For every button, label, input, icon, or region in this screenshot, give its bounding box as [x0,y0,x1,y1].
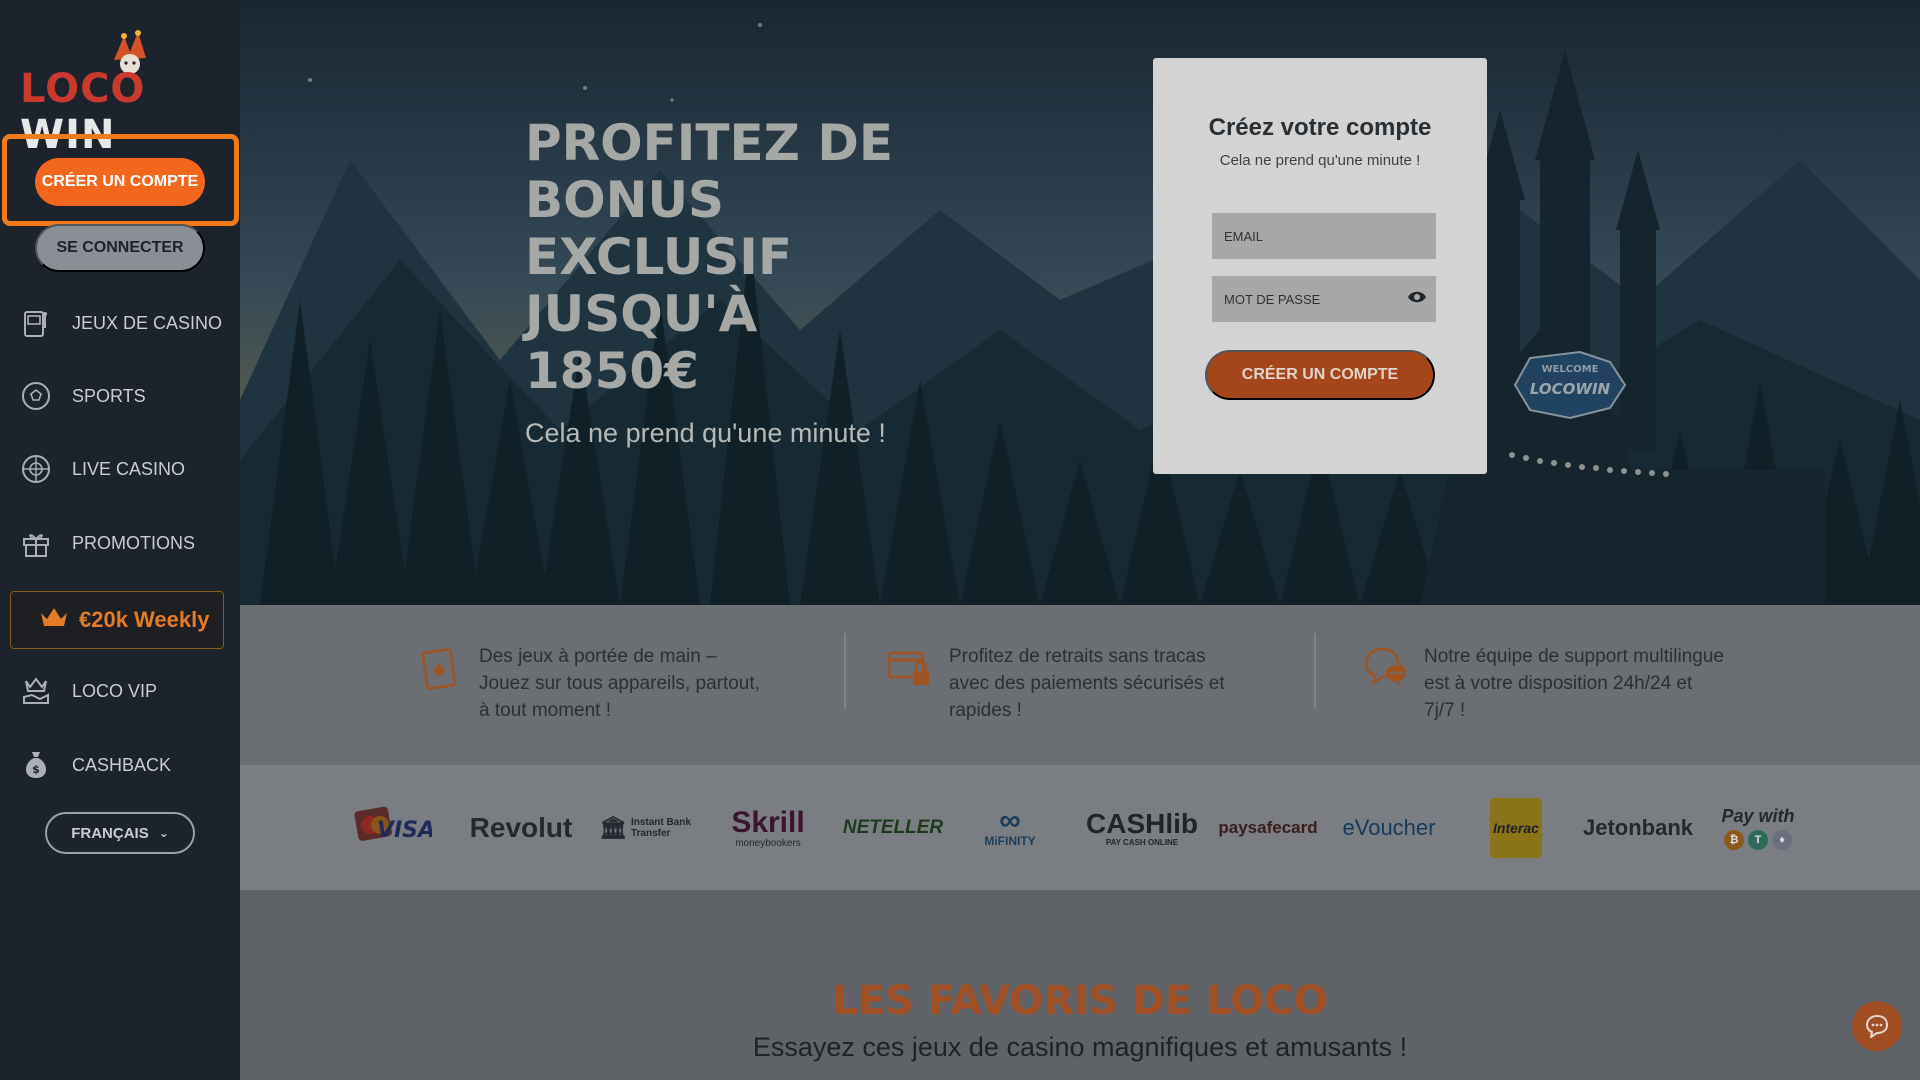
form-subtitle: Cela ne prend qu'une minute ! [1219,152,1421,169]
feature-item: Notre équipe de support multilingue est … [1360,643,1724,724]
vip-crown-hand-icon [18,673,54,709]
favorites-subtitle: Essayez ces jeux de casino magnifiques e… [752,1032,1408,1062]
gift-icon [18,525,54,561]
email-field[interactable] [1212,213,1436,259]
form-title: Créez votre compte [1208,114,1432,141]
svg-text:$: $ [32,763,40,776]
sidebar-item-promotions[interactable]: PROMOTIONS [0,515,240,571]
sidebar-item-cashback[interactable]: $ CASHBACK [0,737,240,793]
payment-logo-crypto: Pay with ₿ T ♦ [1718,803,1798,853]
feature-text: Notre équipe de support multilingue est … [1424,646,1724,721]
visa-label: VISA [377,818,432,843]
sidebar: LOCOWIN CRÉER UN COMPTE SE CONNECTER JEU… [0,0,240,1080]
sidebar-item-label: PROMOTIONS [72,532,196,553]
payment-logo-instant-bank-transfer: 🏛 Instant Bank Transfer [599,815,691,840]
sidebar-item-sports[interactable]: SPORTS [0,368,240,424]
feature-text: Profitez de retraits sans tracas avec de… [949,646,1225,721]
crown-icon [39,605,69,635]
divider [1314,633,1316,709]
weekly-prize-label: €20k Weekly [79,607,210,632]
payment-logo-mifinity: ∞ MiFINITY [984,804,1036,849]
sidebar-item-casino-games[interactable]: JEUX DE CASINO [0,295,240,351]
payment-logo-revolut: Revolut [469,812,573,843]
payment-logo-cashlib: CASHlib PAY CASH ONLINE [1086,807,1198,847]
payment-logo-jetonbank: Jetonbank [1582,815,1694,840]
password-field[interactable] [1212,276,1436,322]
soccer-ball-icon [18,378,54,414]
live-chat-button[interactable] [1852,1001,1902,1051]
sidebar-item-loco-vip[interactable]: LOCO VIP [0,663,240,719]
language-selector[interactable]: FRANÇAIS ⌄ [45,812,195,854]
crypto-coins-icon: ₿ T ♦ [1724,830,1792,850]
hero-banner: WELCOME LOCOWIN PROFITEZ DE BONUS EXCLUS… [240,0,1920,605]
chat-bubble-icon [1865,1014,1889,1038]
feature-item: Des jeux à portée de main – Jouez sur to… [415,643,769,724]
favorites-title: LES FAVORIS DE LOCO [832,978,1328,1024]
favorites-section: LES FAVORIS DE LOCO Essayez ces jeux de … [240,890,1920,1080]
eye-icon[interactable] [1407,290,1427,304]
feature-text: Des jeux à portée de main – Jouez sur to… [479,646,760,721]
form-submit-button[interactable]: CRÉER UN COMPTE [1205,350,1435,400]
secure-payment-icon [887,651,929,685]
hero-landscape-illustration: WELCOME LOCOWIN [240,0,1920,605]
sidebar-login-button[interactable]: SE CONNECTER [35,224,205,272]
sidebar-item-label: JEUX DE CASINO [72,312,223,333]
slot-machine-icon [18,305,54,341]
sidebar-item-label: LOCO VIP [72,680,158,701]
sidebar-item-label: SPORTS [72,385,146,406]
hero-title: PROFITEZ DE BONUS EXCLUSIF JUSQU'À 1850€ [525,114,893,400]
sign-locowin-text: LOCOWIN [1530,380,1611,398]
logo-text-loco: LOCO [20,66,146,112]
divider [844,633,846,709]
weekly-prize-banner[interactable]: €20k Weekly [10,591,224,649]
sign-welcome-text: WELCOME [1542,364,1599,375]
payment-logo-neteller: NETELLER [842,817,944,838]
chat-support-icon [1364,647,1406,687]
signup-form-card: Créez votre compte Cela ne prend qu'une … [1153,58,1487,474]
sidebar-signup-button[interactable]: CRÉER UN COMPTE [35,158,205,206]
language-label: FRANÇAIS [71,824,149,842]
payment-methods-strip: VISA Revolut 🏛 Instant Bank Transfer Skr… [240,765,1920,890]
sidebar-item-label: LIVE CASINO [72,458,186,479]
hero-subtitle: Cela ne prend qu'une minute ! [525,418,886,448]
roulette-icon [18,451,54,487]
playing-card-icon [421,648,457,690]
payment-logo-interac: Interac [1490,798,1542,858]
chevron-down-icon: ⌄ [158,826,169,840]
bank-icon: 🏛 [599,815,627,840]
payment-logo-visa: VISA [352,803,432,853]
money-bag-icon: $ [18,747,54,783]
infinity-icon: ∞ [999,804,1021,837]
sidebar-item-live-casino[interactable]: LIVE CASINO [0,441,240,497]
sidebar-item-label: CASHBACK [72,754,172,775]
feature-item: Profitez de retraits sans tracas avec de… [885,643,1249,724]
payment-logo-evoucher: eVoucher [1342,815,1436,840]
payment-logo-paysafecard: paysafecard [1218,818,1318,837]
locowin-logo[interactable]: LOCOWIN [20,30,220,158]
features-strip: Des jeux à portée de main – Jouez sur to… [240,605,1920,765]
payment-logo-skrill: Skrill moneybookers [731,805,805,849]
